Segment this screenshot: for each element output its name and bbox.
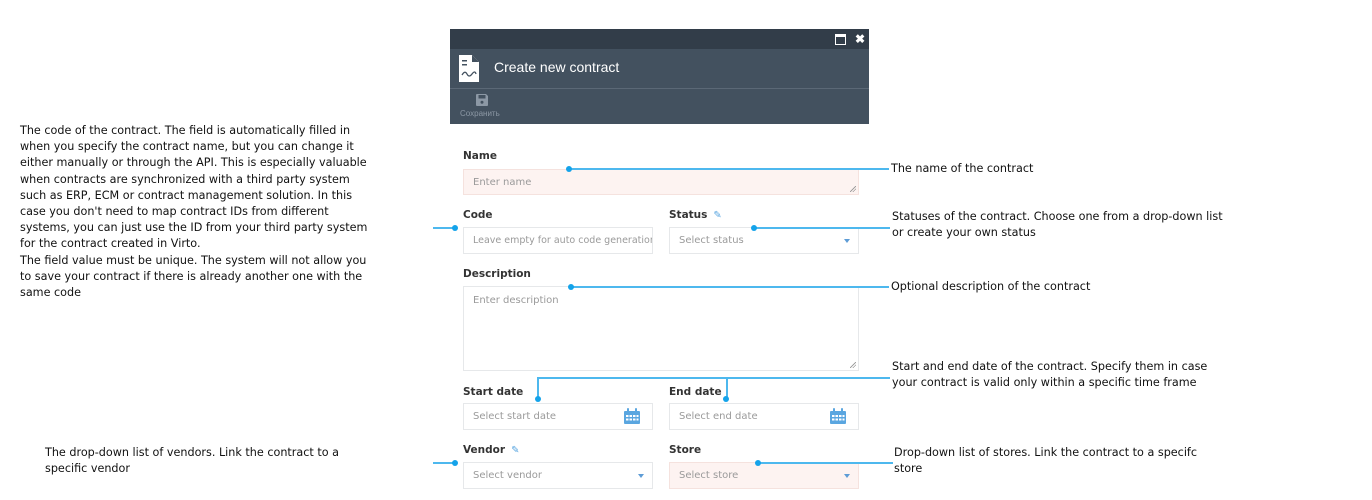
connector-description <box>571 286 889 288</box>
close-button[interactable]: ✖ <box>852 29 868 49</box>
store-label: Store <box>669 444 702 456</box>
annotation-line: when you specify the contract name, but … <box>20 140 354 154</box>
start-date-label: Start date <box>463 386 524 398</box>
annotation-line: same code <box>20 286 82 300</box>
status-placeholder: Select status <box>679 235 744 246</box>
vendor-select[interactable]: Select vendor <box>463 462 653 489</box>
maximize-icon <box>834 34 846 45</box>
code-input[interactable]: Leave empty for auto code generation <box>463 227 653 254</box>
annotation-dates: Start and end date of the contract. Spec… <box>892 359 1207 391</box>
pencil-icon[interactable]: ✎ <box>713 210 721 221</box>
annotation-line: for the contract created in Virto. <box>20 237 201 251</box>
connector-dates-start <box>537 377 539 398</box>
save-button[interactable]: Сохранить <box>455 91 505 121</box>
start-date-placeholder: Select start date <box>473 411 557 422</box>
annotation-code: The code of the contract. The field is a… <box>20 123 440 301</box>
name-placeholder: Enter name <box>473 176 532 188</box>
annotation-line: specific vendor <box>45 462 130 476</box>
window-title: Create new contract <box>494 59 620 75</box>
annotation-line: Start and end date of the contract. Spec… <box>892 360 1208 373</box>
annotation-line: your contract is valid only within a spe… <box>892 376 1197 390</box>
save-label: Сохранить <box>460 109 500 118</box>
annotation-line: store <box>894 462 923 476</box>
status-select[interactable]: Select status <box>669 227 859 254</box>
connector-dot <box>452 225 458 231</box>
annotation-line: to save your contract if there is alread… <box>20 269 363 283</box>
connector-name <box>569 168 889 170</box>
annotation-line: Statuses of the contract. Choose one fro… <box>892 210 1223 223</box>
annotation-line: or create your own status <box>892 226 1036 240</box>
vendor-label: Vendor ✎ <box>463 444 519 456</box>
resize-grip-icon[interactable] <box>850 186 856 192</box>
chevron-down-icon <box>638 473 644 478</box>
connector-dot <box>751 225 757 231</box>
annotation-line: case you don't need to map contract IDs … <box>20 205 329 219</box>
store-placeholder: Select store <box>679 470 739 481</box>
code-placeholder: Leave empty for auto code generation <box>473 235 652 246</box>
contract-document-icon <box>459 55 479 82</box>
close-icon: ✖ <box>854 32 866 46</box>
annotation-line: Drop-down list of stores. Link the contr… <box>894 446 1198 459</box>
annotation-store: Drop-down list of stores. Link the contr… <box>894 445 1197 477</box>
connector-dot <box>566 166 572 172</box>
annotation-line: Optional description of the contract <box>891 280 1091 293</box>
maximize-button[interactable] <box>832 29 848 49</box>
description-input[interactable]: Enter description <box>463 286 859 371</box>
end-date-placeholder: Select end date <box>679 411 758 422</box>
connector-dot <box>723 396 729 402</box>
description-placeholder: Enter description <box>473 295 559 306</box>
connector-dot <box>755 460 761 466</box>
floppy-disk-icon <box>476 94 488 106</box>
connector-status <box>754 227 890 229</box>
annotation-line: such as ERP, ECM or contract management … <box>20 188 353 202</box>
resize-grip-icon[interactable] <box>850 362 856 368</box>
annotation-line: either manually or through the API. This… <box>20 156 367 170</box>
connector-dates <box>537 377 890 379</box>
connector-store <box>758 462 893 464</box>
connector-dates-end <box>726 377 728 398</box>
connector-dot <box>568 284 574 290</box>
window-title-bar <box>450 29 869 49</box>
chevron-down-icon <box>844 473 850 478</box>
annotation-line: The drop-down list of vendors. Link the … <box>45 446 339 459</box>
annotation-line: The code of the contract. The field is a… <box>20 124 351 137</box>
connector-dot <box>452 460 458 466</box>
annotation-line: The field value must be unique. The syst… <box>20 253 367 267</box>
annotation-vendor: The drop-down list of vendors. Link the … <box>45 445 339 477</box>
vendor-placeholder: Select vendor <box>473 470 543 481</box>
window-toolbar <box>450 89 869 124</box>
name-input[interactable]: Enter name <box>463 169 859 195</box>
status-label-text: Status <box>669 209 708 221</box>
end-date-label: End date <box>669 386 722 398</box>
description-label: Description <box>463 268 531 280</box>
calendar-icon[interactable] <box>624 408 640 424</box>
connector-dot <box>535 396 541 402</box>
code-label: Code <box>463 209 493 221</box>
pencil-icon[interactable]: ✎ <box>511 445 519 456</box>
start-date-input[interactable]: Select start date <box>463 403 653 430</box>
calendar-icon[interactable] <box>830 408 846 424</box>
annotation-line: when contracts are synchronized with a t… <box>20 172 350 186</box>
annotation-status: Statuses of the contract. Choose one fro… <box>892 209 1223 241</box>
status-label: Status ✎ <box>669 209 722 221</box>
annotation-line: systems, you can just use the ID from yo… <box>20 221 368 235</box>
annotation-name: The name of the contract <box>891 161 1033 177</box>
store-select[interactable]: Select store <box>669 462 859 489</box>
vendor-label-text: Vendor <box>463 444 506 456</box>
end-date-input[interactable]: Select end date <box>669 403 859 430</box>
annotation-description: Optional description of the contract <box>891 279 1090 295</box>
annotation-line: The name of the contract <box>891 162 1034 175</box>
name-label: Name <box>463 150 497 162</box>
chevron-down-icon <box>844 238 850 243</box>
